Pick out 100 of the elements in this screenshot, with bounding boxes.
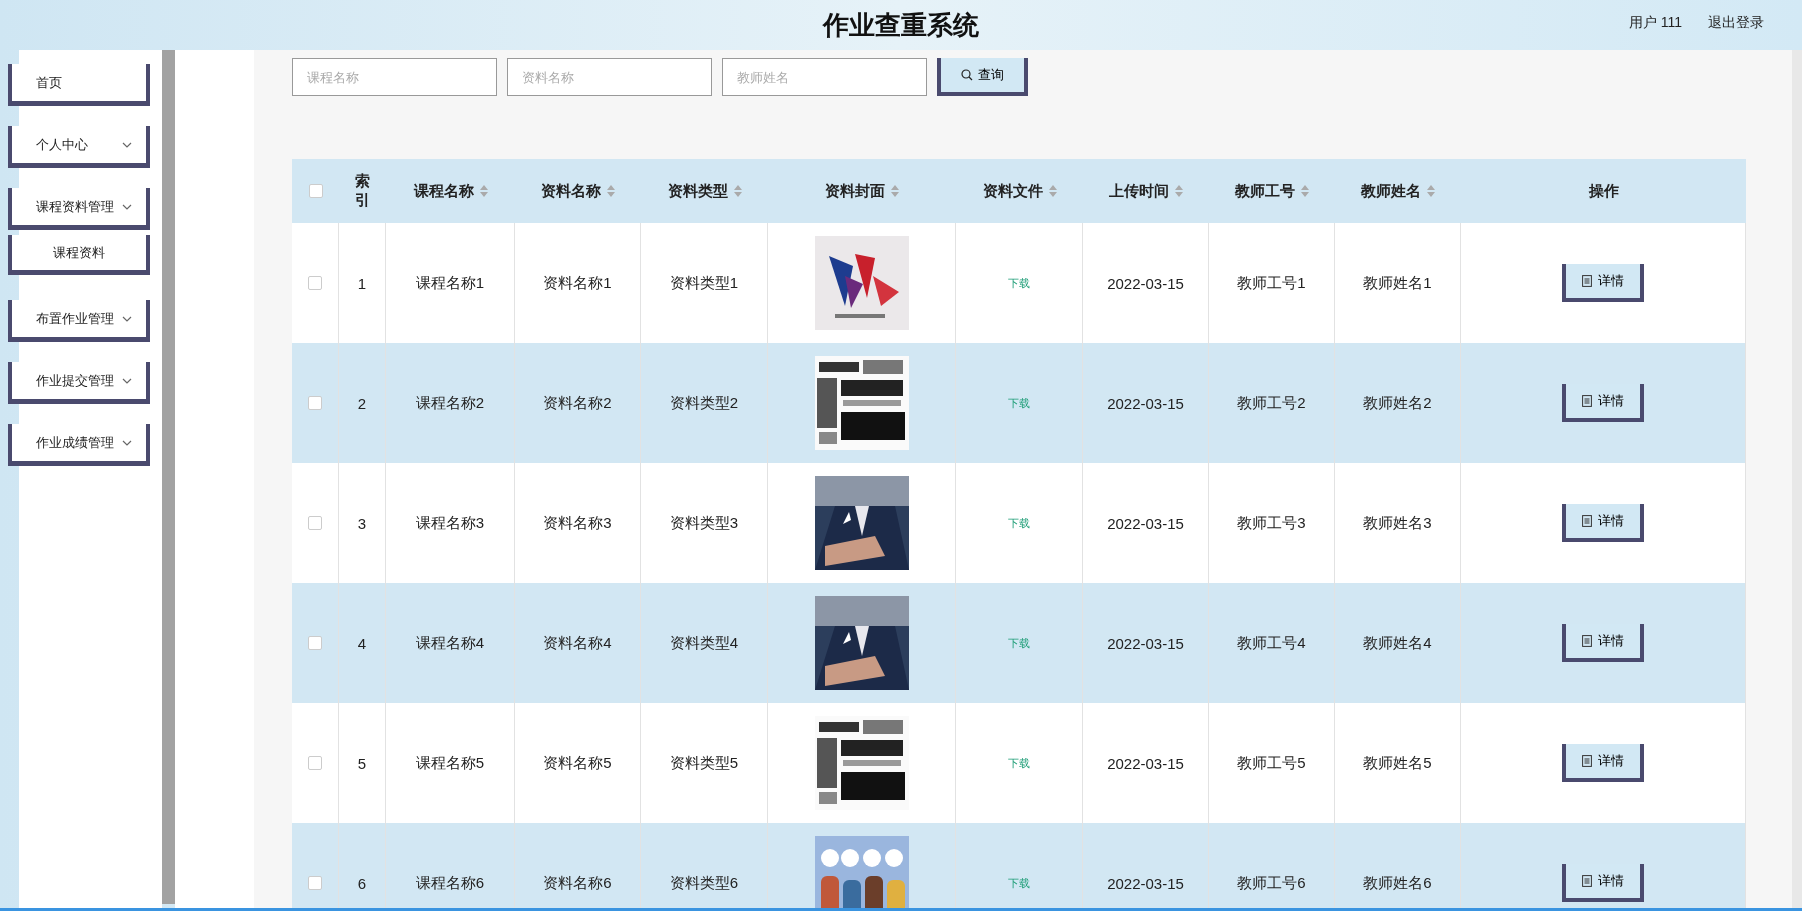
details-button[interactable]: 详情: [1562, 384, 1644, 422]
chevron-down-icon: [122, 141, 132, 148]
checkbox[interactable]: [308, 396, 322, 410]
document-icon: [1582, 515, 1592, 527]
table-cell: 资料名称1: [543, 273, 612, 293]
table-cell: 教师姓名4: [1363, 633, 1432, 653]
sort-icon[interactable]: [891, 185, 899, 197]
column-header: 资料名称: [541, 181, 601, 201]
user-name: 用户 111: [1628, 14, 1682, 32]
table-cell: 教师姓名3: [1363, 513, 1432, 533]
table-cell: 教师工号3: [1237, 513, 1306, 533]
table-cell: 教师工号2: [1237, 393, 1306, 413]
table-cell: 课程名称5: [415, 753, 485, 773]
checkbox[interactable]: [308, 516, 322, 530]
chevron-down-icon: [122, 439, 132, 446]
search-button[interactable]: 查询: [937, 58, 1028, 96]
table-cell: 课程名称4: [415, 633, 485, 653]
table-cell: 资料类型1: [669, 273, 739, 293]
column-header: 课程名称: [413, 181, 474, 201]
table-cell: 资料类型5: [669, 753, 739, 773]
table-cell: 教师姓名2: [1363, 393, 1432, 413]
table-cell: 教师工号5: [1237, 753, 1306, 773]
details-button[interactable]: 详情: [1562, 624, 1644, 662]
details-button[interactable]: 详情: [1562, 504, 1644, 542]
checkbox[interactable]: [308, 636, 322, 650]
site-title: 作业查重系统: [823, 8, 979, 42]
column-header: 操作: [1588, 181, 1619, 201]
table-cell: 教师工号4: [1237, 633, 1306, 653]
table-cell: 3: [357, 514, 367, 532]
column-header: 资料文件: [982, 181, 1043, 201]
scrollbar[interactable]: [1792, 50, 1802, 908]
sort-icon[interactable]: [733, 185, 742, 197]
document-icon: [1582, 875, 1592, 887]
table-cell: 资料名称3: [543, 513, 612, 533]
sort-icon[interactable]: [479, 185, 488, 197]
column-header: 索引: [354, 172, 371, 210]
table-cell: 资料类型2: [669, 393, 739, 413]
column-header: 资料类型: [667, 181, 728, 201]
sort-icon[interactable]: [1427, 185, 1435, 197]
checkbox[interactable]: [308, 184, 323, 198]
table-cell: 2022-03-15: [1107, 754, 1184, 772]
checkbox[interactable]: [308, 276, 322, 290]
document-icon: [1582, 635, 1592, 647]
sort-icon[interactable]: [1175, 185, 1183, 197]
table-cell: 课程名称1: [415, 273, 485, 293]
search-field[interactable]: 资料名称: [507, 58, 712, 96]
menu-item[interactable]: 作业成绩管理: [8, 424, 150, 466]
search-icon: [961, 69, 973, 81]
details-button[interactable]: 详情: [1562, 744, 1644, 782]
logout-link[interactable]: 退出登录: [1708, 14, 1764, 32]
table-cell: 2022-03-15: [1107, 274, 1184, 292]
details-button[interactable]: 详情: [1562, 264, 1644, 302]
table-cell: 资料类型4: [669, 633, 739, 653]
table-cell: 2022-03-15: [1107, 634, 1184, 652]
table-cell: 资料类型3: [669, 513, 739, 533]
column-header: 教师姓名: [1361, 181, 1421, 201]
table-cell: 2022-03-15: [1107, 394, 1184, 412]
table-cell: 2022-03-15: [1107, 874, 1184, 892]
sort-icon[interactable]: [1048, 185, 1057, 197]
table-cell: 课程名称3: [415, 513, 485, 533]
menu-item[interactable]: 作业提交管理: [8, 362, 150, 404]
table-cell: 5: [357, 754, 367, 772]
table-cell: 1: [357, 274, 367, 292]
table-cell: 2022-03-15: [1107, 514, 1184, 532]
checkbox[interactable]: [308, 876, 322, 890]
sort-icon[interactable]: [607, 185, 615, 197]
details-button[interactable]: 详情: [1562, 864, 1644, 902]
table-cell: 课程名称2: [415, 393, 485, 413]
table-cell: 资料名称4: [543, 633, 612, 653]
checkbox[interactable]: [308, 756, 322, 770]
table-cell: 资料类型6: [669, 873, 739, 893]
download-link[interactable]: 下载: [1008, 515, 1030, 531]
table-cell: 资料名称6: [543, 873, 612, 893]
table-cell: 4: [357, 634, 367, 652]
table-cell: 资料名称5: [543, 753, 612, 773]
column-header: 上传时间: [1109, 181, 1169, 201]
column-header: 教师工号: [1235, 181, 1295, 201]
table-cell: 教师姓名6: [1363, 873, 1432, 893]
menu-item[interactable]: 个人中心: [8, 126, 150, 168]
menu-item[interactable]: 首页: [8, 64, 150, 106]
table-cell: 6: [357, 874, 367, 892]
search-field[interactable]: 教师姓名: [722, 58, 927, 96]
submenu-item[interactable]: 课程资料: [8, 235, 150, 275]
sort-icon[interactable]: [1301, 185, 1309, 197]
menu-item[interactable]: 课程资料管理: [8, 188, 150, 230]
chevron-down-icon: [122, 203, 132, 210]
table-cell: 教师工号1: [1237, 273, 1306, 293]
download-link[interactable]: 下载: [1008, 275, 1030, 291]
document-icon: [1582, 395, 1592, 407]
table-cell: 教师姓名1: [1363, 273, 1432, 293]
column-header: 资料封面: [825, 181, 885, 201]
search-field[interactable]: 课程名称: [292, 58, 497, 96]
download-link[interactable]: 下载: [1008, 755, 1030, 771]
table-cell: 教师姓名5: [1363, 753, 1432, 773]
table-cell: 教师工号6: [1237, 873, 1306, 893]
document-icon: [1582, 755, 1592, 767]
chevron-down-icon: [122, 315, 132, 322]
scrollbar[interactable]: [162, 50, 175, 904]
menu-item[interactable]: 布置作业管理: [8, 300, 150, 342]
chevron-down-icon: [122, 377, 132, 384]
